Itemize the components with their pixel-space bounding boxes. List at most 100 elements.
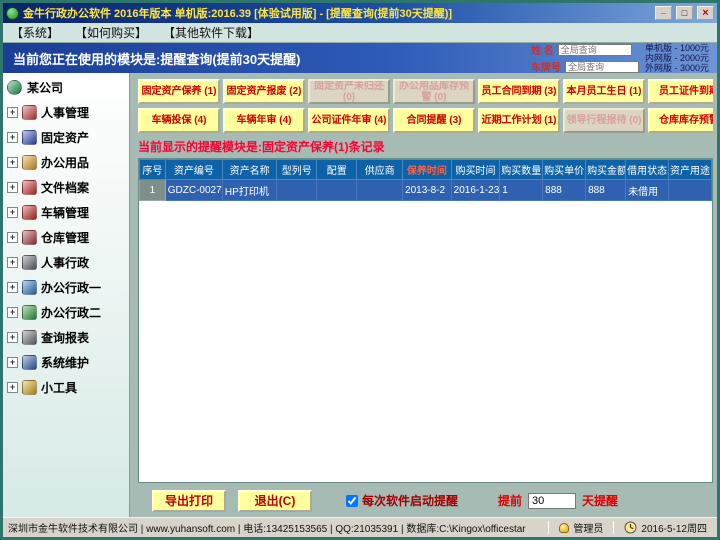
startup-reminder-label[interactable]: 每次软件启动提醒 (362, 492, 458, 509)
sidebar-item-tools[interactable]: +小工具 (5, 375, 127, 400)
expand-plus-icon[interactable]: + (7, 282, 18, 293)
reminder-button-employee-cert-expiry[interactable]: 员工证件到期 (648, 79, 713, 104)
column-header-9[interactable]: 购买数量 (500, 160, 543, 180)
reminder-button-fixed-asset-maintain[interactable]: 固定资产保养 (1) (138, 79, 220, 104)
plate-label: 车牌号 (531, 59, 561, 74)
sidebar-item-office-admin-1[interactable]: + 办公行政一 (5, 275, 127, 300)
sidebar: 某公司 +人事管理+固定资产+办公用品+文件档案+车辆管理+仓库管理+人事行政+… (3, 73, 130, 517)
table-cell (357, 180, 403, 201)
column-header-4[interactable]: 型列号 (277, 160, 317, 180)
sidebar-item-reports[interactable]: +查询报表 (5, 325, 127, 350)
reminder-button-vehicle-inspection[interactable]: 车辆年审 (4) (223, 108, 305, 133)
exit-button[interactable]: 退出(C) (238, 490, 312, 512)
table-row[interactable]: 1GDZC-00276HP打印机2013-8-22016-1-231888888… (140, 180, 712, 201)
sidebar-item-hr-admin[interactable]: +人事行政 (5, 250, 127, 275)
advance-label: 提前 (498, 492, 522, 509)
expand-plus-icon[interactable]: + (7, 332, 18, 343)
sidebar-item-vehicles[interactable]: +车辆管理 (5, 200, 127, 225)
column-header-7[interactable]: 保养时间 (403, 160, 452, 180)
table-cell (668, 180, 711, 201)
window-body: 某公司 +人事管理+固定资产+办公用品+文件档案+车辆管理+仓库管理+人事行政+… (3, 73, 717, 517)
sidebar-item-office-admin-2[interactable]: + 办公行政二 (5, 300, 127, 325)
expand-plus-icon[interactable]: + (7, 182, 18, 193)
maximize-button[interactable] (676, 6, 693, 20)
advance-days-input[interactable] (528, 493, 576, 509)
reminder-button-fixed-asset-scrap[interactable]: 固定资产报废 (2) (223, 79, 305, 104)
supplies-icon (22, 155, 37, 170)
reminder-button-leader-schedule[interactable]: 领导行程报待 (0) (563, 108, 645, 133)
user-icon (559, 523, 569, 533)
sidebar-item-label: 系统维护 (41, 354, 89, 371)
column-header-11[interactable]: 购买金额 (586, 160, 626, 180)
column-header-1[interactable]: 序号 (140, 160, 166, 180)
reminder-button-supplies-stock-warning[interactable]: 办公用品库存预警 (0) (393, 79, 475, 104)
expand-plus-icon[interactable]: + (7, 232, 18, 243)
sidebar-item-label: 办公行政一 (41, 279, 101, 296)
statusbar-user: 管理员 (554, 520, 608, 535)
version-prices: 单机版 - 1000元内网版 - 2000元外网版 - 3000元 (645, 43, 711, 73)
expand-plus-icon[interactable]: + (7, 257, 18, 268)
close-button[interactable] (697, 6, 714, 20)
menu-item-3[interactable]: 【其他软件下载】 (163, 24, 259, 41)
table-cell: 1 (500, 180, 543, 201)
advance-days-setting: 提前 天提醒 (498, 492, 618, 509)
expand-plus-icon[interactable]: + (7, 357, 18, 368)
table-cell (317, 180, 357, 201)
sidebar-item-hr[interactable]: + 人事管理 (5, 100, 127, 125)
name-search-input[interactable] (558, 44, 632, 56)
menu-item-2[interactable]: 【如何购买】 (75, 24, 147, 41)
column-header-10[interactable]: 购买单价 (543, 160, 586, 180)
expand-plus-icon[interactable]: + (7, 307, 18, 318)
column-header-6[interactable]: 供应商 (357, 160, 403, 180)
office-admin1-icon (22, 280, 37, 295)
column-header-12[interactable]: 借用状态 (626, 160, 669, 180)
hr-admin-icon (22, 255, 37, 270)
reminder-button-contract-reminder[interactable]: 合同提醒 (3) (393, 108, 475, 133)
statusbar-divider (548, 521, 549, 534)
reminder-button-company-cert-review[interactable]: 公司证件年审 (4) (308, 108, 390, 133)
reminder-button-contract-expiry[interactable]: 员工合同到期 (3) (478, 79, 560, 104)
sidebar-item-label: 人事管理 (41, 104, 89, 121)
footer-controls: 导出打印 退出(C) 每次软件启动提醒 提前 天提醒 (138, 483, 713, 513)
expand-plus-icon[interactable]: + (7, 382, 18, 393)
module-label: 当前您正在使用的模块是:提醒查询(提前30天提醒) (13, 49, 525, 68)
sidebar-item-label: 办公用品 (41, 154, 89, 171)
plate-search-row: 车牌号 (531, 59, 639, 74)
expand-plus-icon[interactable]: + (7, 157, 18, 168)
column-header-2[interactable]: 资产编号 (165, 160, 222, 180)
app-icon (6, 7, 19, 20)
sidebar-item-files[interactable]: +文件档案 (5, 175, 127, 200)
column-header-5[interactable]: 配置 (317, 160, 357, 180)
reports-icon (22, 330, 37, 345)
table-cell: 未借用 (626, 180, 669, 201)
column-header-13[interactable]: 资产用途 (668, 160, 711, 180)
reminder-button-fixed-asset-unreturned[interactable]: 固定资产未归还 (0) (308, 79, 390, 104)
sidebar-item-supplies[interactable]: + 办公用品 (5, 150, 127, 175)
table-cell: 888 (543, 180, 586, 201)
expand-plus-icon[interactable]: + (7, 207, 18, 218)
sidebar-item-warehouse[interactable]: +仓库管理 (5, 225, 127, 250)
reminder-button-warehouse-stock-warning[interactable]: 仓库库存预警 (648, 108, 713, 133)
title-bar[interactable]: 金牛行政办公软件 2016年版本 单机版:2016.39 [体验试用版] - [… (3, 3, 717, 23)
sidebar-item-assets[interactable]: +固定资产 (5, 125, 127, 150)
expand-plus-icon[interactable]: + (7, 107, 18, 118)
export-print-button[interactable]: 导出打印 (152, 490, 226, 512)
name-label: 姓 名 (531, 42, 554, 57)
table-cell: HP打印机 (222, 180, 276, 201)
table-cell: 2016-1-23 (451, 180, 500, 201)
column-header-8[interactable]: 购买时间 (451, 160, 500, 180)
sidebar-root-company[interactable]: 某公司 (5, 76, 127, 100)
minimize-button[interactable] (655, 6, 672, 20)
startup-reminder-checkbox[interactable] (346, 495, 358, 507)
reminder-button-vehicle-insurance[interactable]: 车辆投保 (4) (138, 108, 220, 133)
column-header-3[interactable]: 资产名称 (222, 160, 276, 180)
plate-search-input[interactable] (565, 61, 639, 73)
table-cell: 888 (586, 180, 626, 201)
expand-plus-icon[interactable]: + (7, 132, 18, 143)
sidebar-item-label: 办公行政二 (41, 304, 101, 321)
sidebar-item-maintenance[interactable]: + 系统维护 (5, 350, 127, 375)
reminder-button-employee-birthday[interactable]: 本月员工生日 (1) (563, 79, 645, 104)
table-cell: GDZC-00276 (165, 180, 222, 201)
menu-item-1[interactable]: 【系统】 (11, 24, 59, 41)
reminder-button-work-plan[interactable]: 近期工作计划 (1) (478, 108, 560, 133)
